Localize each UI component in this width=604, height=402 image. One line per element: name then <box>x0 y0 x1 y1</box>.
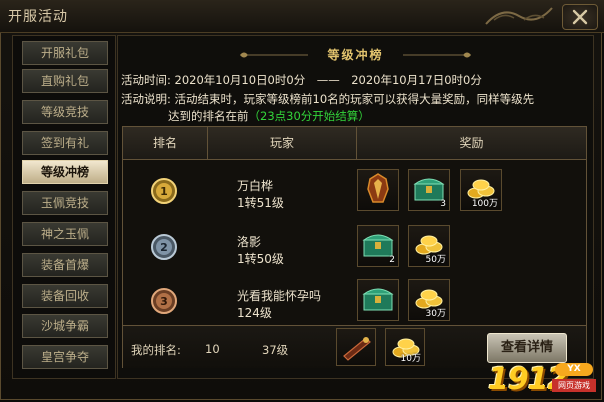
banner-title: 等级冲榜 <box>327 48 384 62</box>
silver-medal-2-icon: 2 <box>151 234 177 260</box>
header-player: 玩家 <box>269 136 294 150</box>
description-text: 达到的排名在前 <box>168 109 249 123</box>
close-icon <box>572 9 588 25</box>
watermark-badge: YX <box>555 363 593 376</box>
reward-quantity: 100万 <box>471 199 498 209</box>
reward-quantity: 2 <box>389 255 395 265</box>
activity-description: 活动说明: 活动结束时，玩家等级榜前10名的玩家可以获得大量奖励，同样等级先 <box>121 92 535 106</box>
player-name: 洛影 <box>237 235 262 249</box>
header-rank: 排名 <box>152 136 177 150</box>
title-bar: 开服活动 <box>0 0 604 33</box>
sidebar-item-open-gift[interactable]: 开服礼包 <box>22 41 108 65</box>
player-name: 光看我能怀孕吗 <box>237 289 322 303</box>
reward-slot[interactable]: 2 <box>357 225 399 267</box>
activity-sidebar: 开服礼包 直购礼包 等级竞技 签到有礼 等级冲榜 玉佩竞技 神之玉佩 装备首爆 … <box>12 35 116 379</box>
ring-icon <box>343 337 371 361</box>
sidebar-item-equip-recycle[interactable]: 装备回收 <box>22 284 108 308</box>
player-level: 1转51级 <box>237 196 284 210</box>
reward-slot[interactable] <box>336 328 376 366</box>
sidebar-item-god-jade[interactable]: 神之玉佩 <box>22 222 108 246</box>
ornament-icon <box>485 7 553 25</box>
section-banner: 等级冲榜 <box>238 46 473 64</box>
activity-panel: 等级冲榜 活动时间: 2020年10月10日0时0分 —— 2020年10月17… <box>117 35 594 379</box>
table-row: 2 洛影 1转50级 2 50万 <box>123 221 586 273</box>
ranking-table: 排名 玩家 奖励 1 万白桦 1转51级 3 100万 2 洛影 1转50级 2… <box>122 126 587 368</box>
reward-slot[interactable]: 50万 <box>408 225 450 267</box>
jade-chest-icon <box>362 288 394 311</box>
sidebar-item-jade-race[interactable]: 玉佩竞技 <box>22 191 108 215</box>
sidebar-item-level-race[interactable]: 等级竞技 <box>22 100 108 124</box>
reward-slot[interactable]: 100万 <box>460 169 502 211</box>
sidebar-item-equip-first[interactable]: 装备首爆 <box>22 253 108 277</box>
player-level: 124级 <box>237 306 272 320</box>
close-button[interactable] <box>562 4 598 30</box>
svg-text:1: 1 <box>160 185 168 198</box>
svg-text:3: 3 <box>160 295 168 308</box>
reward-slot[interactable] <box>357 169 399 211</box>
sidebar-item-level-rank[interactable]: 等级冲榜 <box>22 160 108 184</box>
watermark-subtitle: 网页游戏 <box>552 379 596 392</box>
reward-slot[interactable] <box>357 279 399 321</box>
reward-slot[interactable]: 30万 <box>408 279 450 321</box>
reward-quantity: 50万 <box>425 255 446 265</box>
activity-description-cont: 达到的排名在前（23点30分开始结算） <box>168 108 370 124</box>
sidebar-item-direct-buy[interactable]: 直购礼包 <box>22 69 108 93</box>
settlement-note: （23点30分开始结算） <box>248 109 370 123</box>
table-header: 排名 玩家 奖励 <box>123 127 586 160</box>
sidebar-item-sign-in[interactable]: 签到有礼 <box>22 131 108 155</box>
site-watermark-logo: 1912 YX 网页游戏 <box>488 360 600 400</box>
table-row: 1 万白桦 1转51级 3 100万 <box>123 165 586 217</box>
header-reward: 奖励 <box>459 136 484 150</box>
table-row: 3 光看我能怀孕吗 124级 30万 <box>123 275 586 327</box>
reward-slot[interactable]: 3 <box>408 169 450 211</box>
gold-medal-1-icon: 1 <box>151 178 177 204</box>
bronze-medal-3-icon: 3 <box>151 288 177 314</box>
my-rank-label: 我的排名: <box>131 343 181 357</box>
reward-quantity: 30万 <box>425 309 446 319</box>
view-details-button[interactable]: 查看详情 <box>487 333 567 363</box>
sidebar-item-castle-war[interactable]: 沙城争霸 <box>22 314 108 338</box>
reward-quantity: 3 <box>440 199 446 209</box>
window-title: 开服活动 <box>8 9 68 25</box>
player-level: 1转50级 <box>237 252 284 266</box>
reward-quantity: 10万 <box>400 354 421 364</box>
my-rank-value: 10 <box>205 342 220 356</box>
activity-time: 活动时间: 2020年10月10日0时0分 —— 2020年10月17日0时0分 <box>121 73 482 87</box>
armor-icon <box>367 173 389 203</box>
my-level: 37级 <box>262 343 289 357</box>
reward-slot[interactable]: 10万 <box>385 328 425 366</box>
svg-text:2: 2 <box>160 241 168 254</box>
player-name: 万白桦 <box>237 179 274 193</box>
sidebar-item-palace-war[interactable]: 皇宫争夺 <box>22 345 108 369</box>
